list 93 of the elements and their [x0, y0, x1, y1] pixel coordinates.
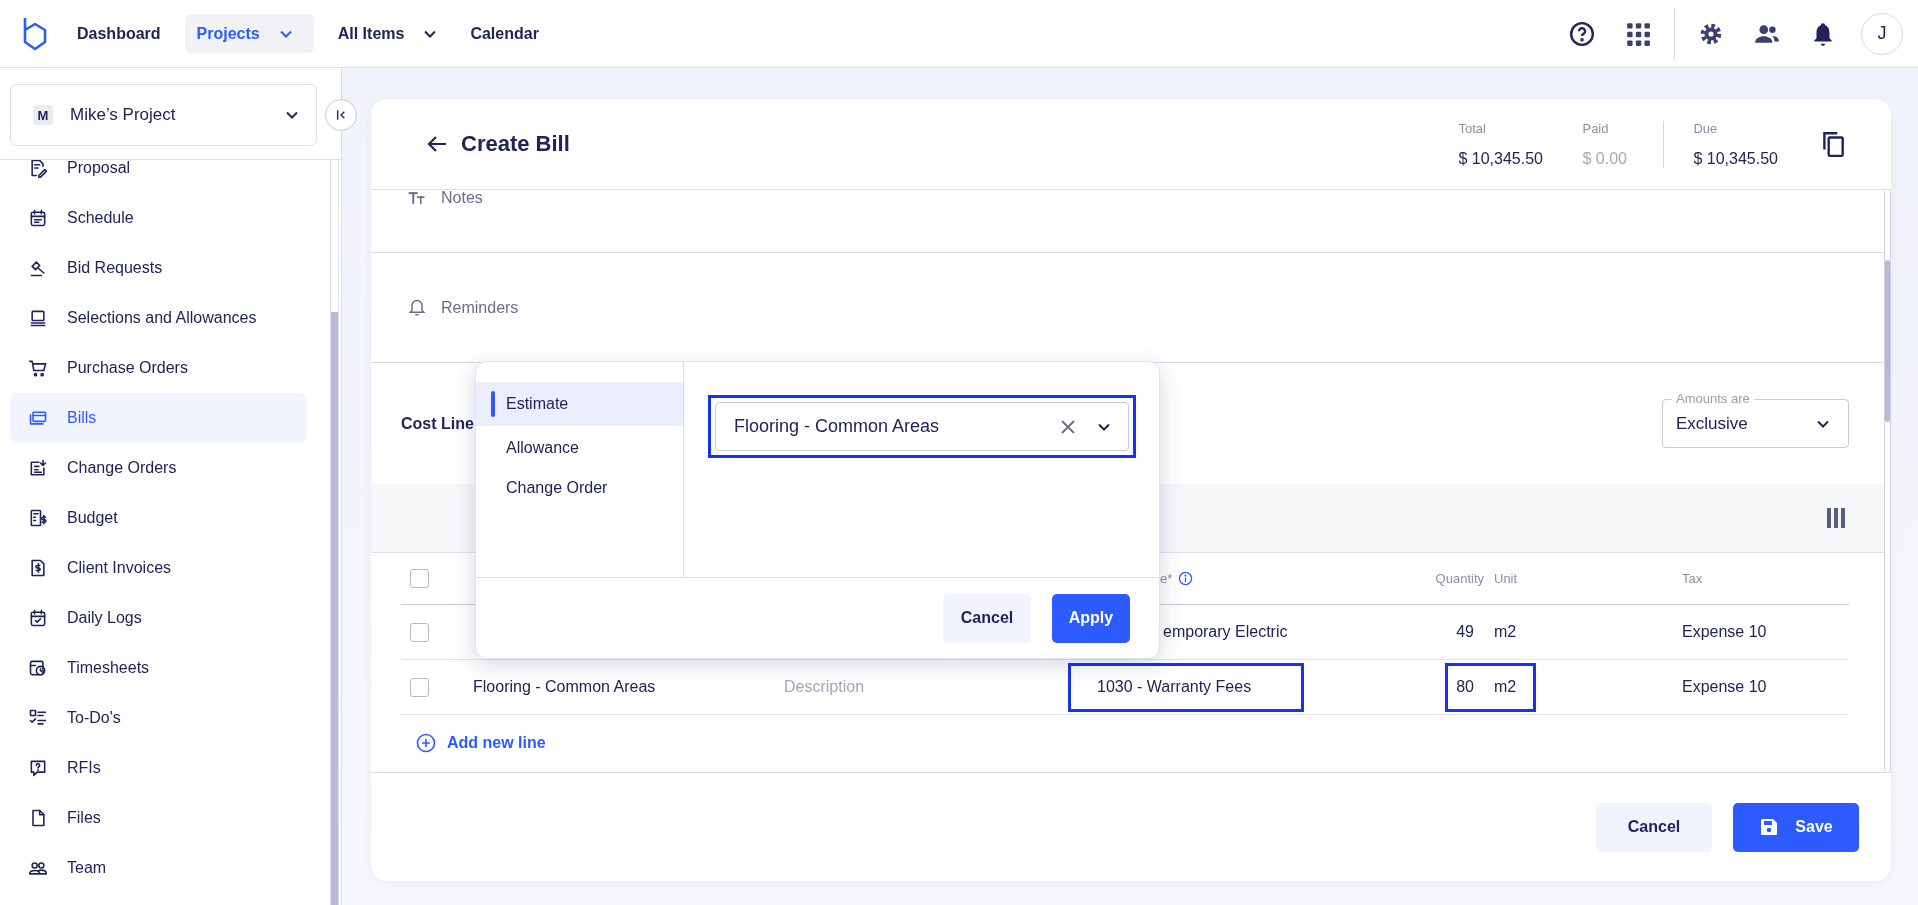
cart-icon [28, 358, 48, 378]
total-label: Paid [1582, 120, 1610, 136]
primary-button[interactable]: Apply [1052, 593, 1130, 643]
page-title: Create Bill [461, 131, 570, 157]
sidebar-label: Bid Requests [67, 259, 163, 277]
add-line-link[interactable]: Add new line [416, 733, 546, 753]
table-cell-text: m2 [1493, 678, 1518, 696]
sidebar-item[interactable]: Budget [10, 493, 307, 543]
logo-icon[interactable] [22, 15, 48, 52]
plus-circle-icon [416, 733, 436, 753]
columns-icon[interactable] [1826, 507, 1846, 529]
table-cell-text: m2 [1493, 623, 1518, 641]
save-button[interactable]: Save [1733, 802, 1859, 852]
invoice-dollar-icon [28, 558, 48, 578]
total-value: $ 0.00 [1582, 149, 1628, 168]
checkbox[interactable] [410, 677, 429, 697]
sidebar-label: Team [67, 859, 107, 877]
document-arrow-icon [28, 458, 48, 478]
copy-icon[interactable] [1820, 130, 1846, 158]
sidebar-item[interactable]: Purchase Orders [10, 343, 307, 393]
table-cell: emporary Electric [1163, 623, 1288, 641]
sidebar-label: Files [67, 809, 101, 827]
table-cell: Flooring - Common Areas [473, 678, 656, 695]
section-label: Notes [441, 190, 483, 207]
sidebar-item[interactable]: Change Orders [10, 443, 307, 493]
cancel-button[interactable]: Cancel [1596, 802, 1712, 852]
source-tab[interactable]: Estimate [476, 382, 683, 426]
sidebar-item[interactable]: Team [10, 843, 307, 893]
sidebar-label: Schedule [67, 209, 134, 227]
project-initial: M [33, 105, 53, 125]
sidebar-label: Bills [67, 409, 97, 427]
info-icon[interactable] [1178, 571, 1194, 586]
help-icon[interactable] [1569, 20, 1595, 47]
total-value: $ 10,345.50 [1693, 149, 1778, 168]
table-cell: Expense 10 [1682, 623, 1767, 640]
apps-grid-icon[interactable] [1625, 20, 1651, 47]
table-cell-text: 49 [1455, 623, 1475, 641]
nav-item[interactable]: Dashboard [65, 14, 173, 53]
sidebar-label: Timesheets [67, 659, 150, 677]
nav-item[interactable]: Calendar [458, 14, 551, 53]
project-selector[interactable]: M Mike’s Project [10, 84, 317, 146]
sidebar-label: Purchase Orders [67, 359, 188, 377]
section-title: Cost Line [401, 414, 474, 433]
column-header: e* [1160, 571, 1173, 586]
sidebar-item[interactable]: To-Do's [10, 693, 307, 743]
scrollbar[interactable] [1884, 190, 1891, 772]
sidebar-item[interactable]: Files [10, 793, 307, 843]
calendar-check-icon [28, 608, 48, 628]
bell-icon [407, 297, 427, 318]
cards-icon [28, 408, 48, 428]
sidebar-item[interactable]: Selections and Allowances [10, 293, 307, 343]
sidebar-label: RFIs [67, 759, 101, 777]
sidebar-label: To-Do's [67, 709, 121, 727]
sidebar-label: Budget [67, 509, 118, 527]
total-label: Due [1693, 120, 1719, 136]
sidebar-item[interactable]: Schedule [10, 193, 307, 243]
sidebar-label: Selections and Allowances [67, 309, 257, 327]
sidebar-item[interactable]: Timesheets [10, 643, 307, 693]
calculator-dollar-icon [28, 508, 48, 528]
question-bubble-icon [28, 758, 48, 778]
table-cell: 1030 - Warranty Fees [1097, 678, 1252, 696]
sidebar-item[interactable]: Proposal [10, 160, 307, 193]
sidebar-item[interactable]: RFIs [10, 743, 307, 793]
column-header: Unit [1493, 571, 1519, 586]
sidebar-item[interactable]: Client Invoices [10, 543, 307, 593]
table-cell: Expense 10 [1682, 678, 1767, 695]
sidebar-label: Client Invoices [67, 559, 172, 577]
total-value: $ 10,345.50 [1458, 149, 1544, 168]
checkbox[interactable] [410, 622, 429, 642]
calendar-clock-icon [28, 658, 48, 678]
cancel-button[interactable]: Cancel [943, 593, 1031, 643]
description-field[interactable]: Description [782, 677, 982, 697]
sidebar-label: Change Orders [67, 459, 177, 477]
sidebar-item[interactable]: Bills [10, 393, 307, 443]
document-pen-icon [28, 160, 48, 178]
monitor-icon [28, 308, 48, 328]
sidebar-label: Daily Logs [67, 609, 142, 627]
checkbox[interactable] [410, 569, 429, 588]
item-select[interactable]: Flooring - Common Areas [715, 402, 1129, 451]
sidebar-item[interactable]: Daily Logs [10, 593, 307, 643]
sidebar-label: Proposal [67, 160, 131, 177]
calendar-icon [28, 208, 48, 228]
column-header: Quantity [1434, 571, 1484, 586]
nav-item[interactable]: Projects [184, 14, 314, 53]
nav-item[interactable]: All Items [325, 14, 453, 53]
project-name: Mike’s Project [70, 105, 177, 125]
scrollbar[interactable] [330, 160, 339, 905]
column-header: Tax [1682, 571, 1703, 586]
table-cell-text: 80 [1455, 678, 1475, 696]
total-label: Total [1458, 120, 1487, 136]
checklist-icon [28, 708, 48, 728]
sidebar-item[interactable]: Bid Requests [10, 243, 307, 293]
section-label: Reminders [441, 298, 519, 317]
